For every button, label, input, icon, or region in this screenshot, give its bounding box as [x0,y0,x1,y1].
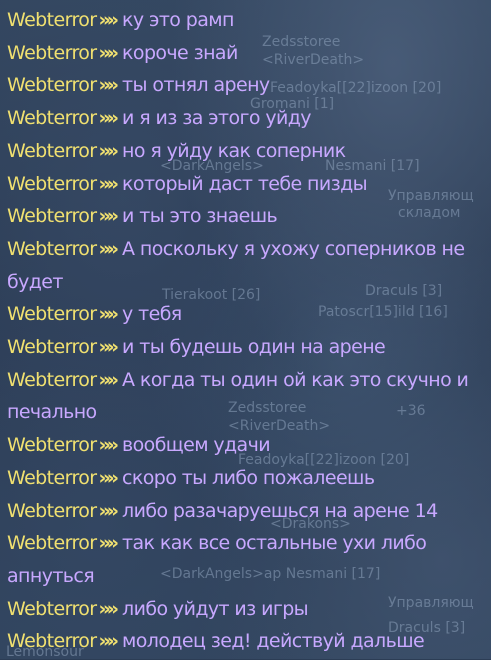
chat-text: молодец зед! действуй дальше [122,630,425,653]
chat-sender[interactable]: Webterror [7,467,97,489]
chat-message: Webterror»» ты отнял арену [7,69,491,102]
chat-message: Webterror»» А поскольку я ухожу сопернико… [7,233,491,298]
chat-message: Webterror»» но я уйду как соперник [7,135,491,168]
chat-text: который даст тебе пизды [122,172,368,195]
chat-sender[interactable]: Webterror [7,74,97,96]
chat-sender[interactable]: Webterror [7,532,97,554]
chat-sender[interactable]: Webterror [7,9,97,31]
chat-text: короче знай [122,41,238,64]
chat-sender[interactable]: Webterror [7,630,97,652]
chat-separator-icon: »» [98,107,118,130]
chat-text: вообщем удачи [122,434,271,457]
chat-sender[interactable]: Webterror [7,42,97,64]
chat-text: у тебя [122,303,182,326]
chat-separator-icon: »» [98,434,118,457]
chat-separator-icon: »» [98,9,118,31]
chat-separator-icon: »» [98,466,118,489]
chat-message: Webterror»» и ты это знаешь [7,200,491,233]
chat-separator-icon: »» [98,205,118,228]
chat-message: Webterror»» молодец зед! действуй дальше [7,625,491,658]
chat-text: и я из за этого уйду [122,107,311,130]
chat-separator-icon: »» [98,303,118,326]
chat-message: Webterror»» и я из за этого уйду [7,102,491,135]
chat-text: скоро ты либо пожалеешь [122,466,375,489]
chat-sender[interactable]: Webterror [7,303,97,325]
chat-separator-icon: »» [98,499,118,522]
chat-message: Webterror»» либо уйдут из игры [7,593,491,626]
chat-sender[interactable]: Webterror [7,434,97,456]
chat-text: ты отнял арену [122,74,270,97]
chat-log: Webterror»» ку это рамп Webterror»» короче… [7,4,491,658]
chat-separator-icon: »» [98,74,118,97]
chat-separator-icon: »» [98,597,118,620]
chat-text: и ты будешь один на арене [122,336,386,359]
chat-separator-icon: »» [98,532,118,555]
chat-message: Webterror»» и ты будешь один на арене [7,331,491,364]
chat-separator-icon: »» [98,172,118,195]
chat-separator-icon: »» [98,630,118,653]
chat-separator-icon: »» [98,139,118,162]
chat-sender[interactable]: Webterror [7,238,97,260]
chat-message: Webterror»» который даст тебе пизды [7,168,491,201]
chat-message: Webterror»» у тебя [7,298,491,331]
chat-sender[interactable]: Webterror [7,598,97,620]
chat-text: и ты это знаешь [122,205,278,228]
chat-separator-icon: »» [98,336,118,359]
chat-message: Webterror»» скоро ты либо пожалеешь [7,462,491,495]
chat-sender[interactable]: Webterror [7,336,97,358]
chat-message: Webterror»» вообщем удачи [7,429,491,462]
chat-text: ку это рамп [122,9,234,31]
chat-sender[interactable]: Webterror [7,369,97,391]
chat-message: Webterror»» А когда ты один ой как это ск… [7,364,491,429]
chat-separator-icon: »» [98,368,118,391]
chat-sender[interactable]: Webterror [7,173,97,195]
chat-message: Webterror»» так как все остальные ухи либ… [7,527,491,592]
chat-message: Webterror»» короче знай [7,37,491,70]
chat-message: Webterror»» ку это рамп [7,4,491,37]
chat-sender[interactable]: Webterror [7,205,97,227]
chat-text: но я уйду как соперник [122,139,346,162]
chat-sender[interactable]: Webterror [7,140,97,162]
chat-separator-icon: »» [98,41,118,64]
chat-text: либо уйдут из игры [122,597,309,620]
chat-message: Webterror»» либо разачаруешься на арене 1… [7,495,491,528]
chat-separator-icon: »» [98,237,118,260]
chat-text: либо разачаруешься на арене 14 [122,499,438,522]
chat-sender[interactable]: Webterror [7,107,97,129]
chat-sender[interactable]: Webterror [7,500,97,522]
